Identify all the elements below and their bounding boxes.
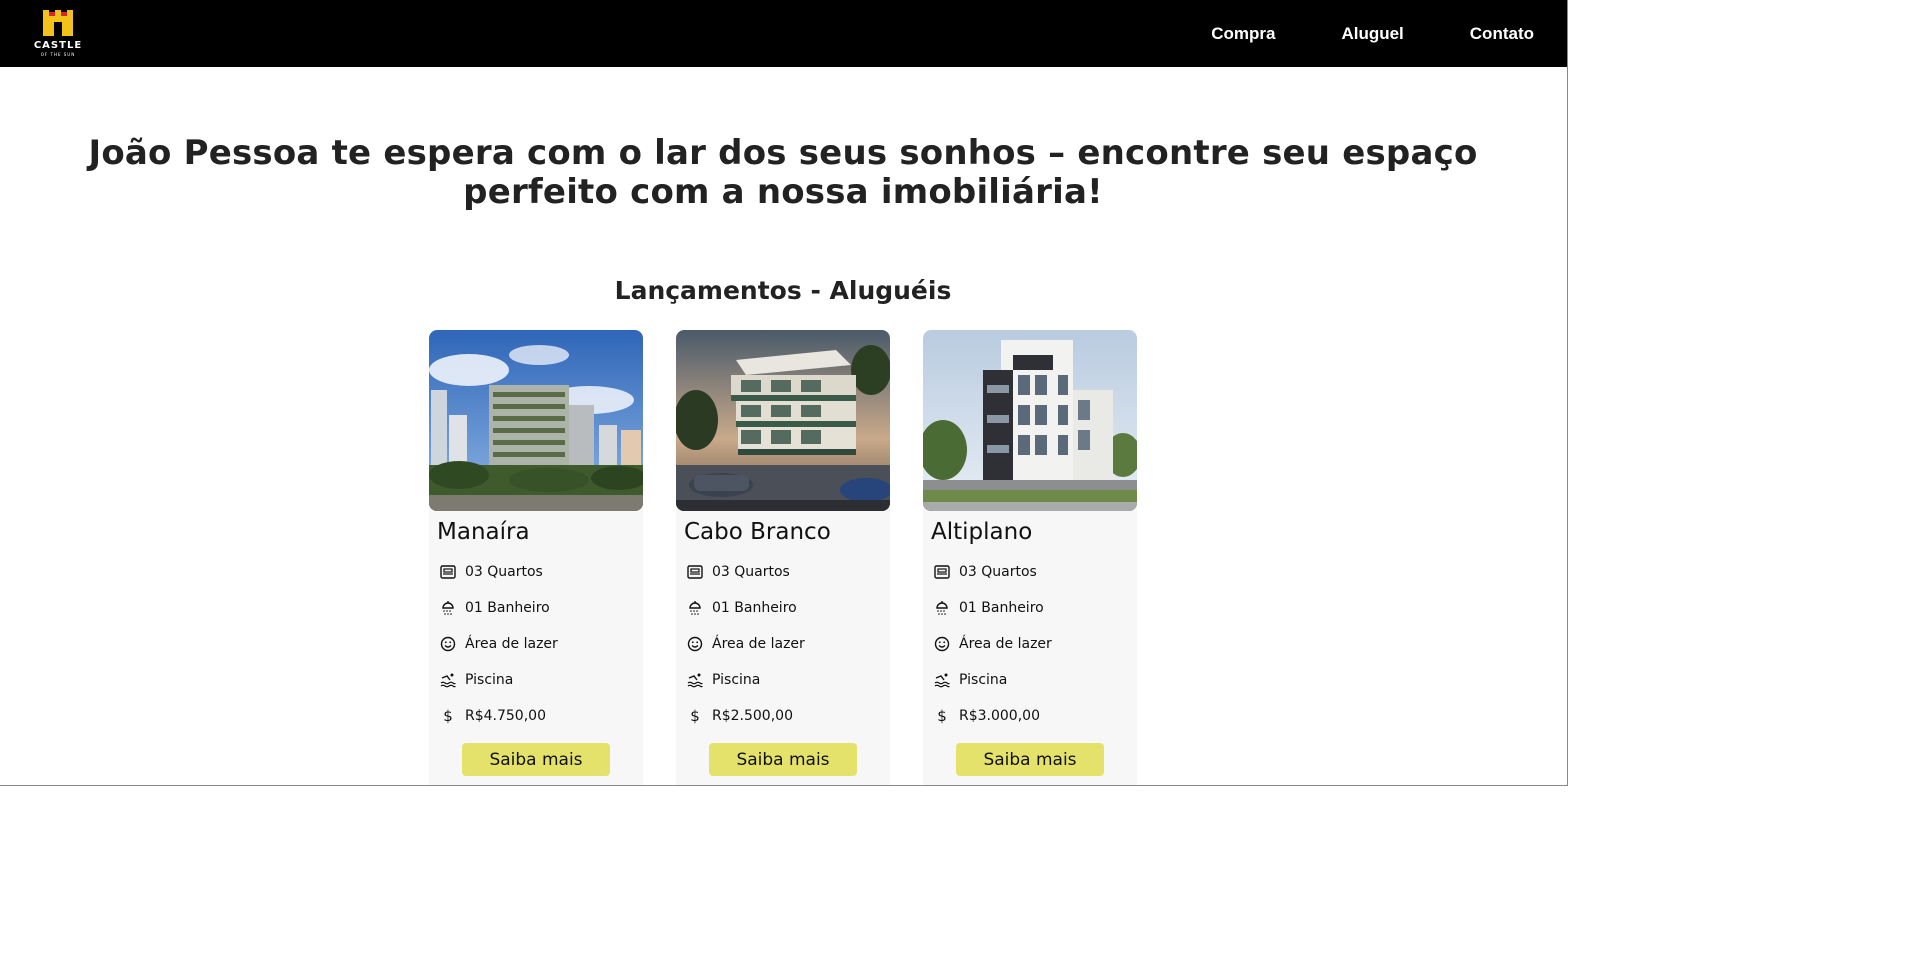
feature-pool: Piscina [686, 670, 760, 690]
saiba-mais-button[interactable]: Saiba mais [956, 743, 1104, 776]
property-title: Altiplano [931, 519, 1033, 545]
smile-icon [439, 635, 457, 653]
feature-price: $ R$3.000,00 [933, 706, 1040, 726]
feature-rooms: 03 Quartos [933, 562, 1037, 582]
bed-icon [686, 563, 704, 581]
feature-leisure-text: Área de lazer [465, 636, 558, 652]
property-image [676, 330, 890, 511]
feature-bath-text: 01 Banheiro [465, 600, 550, 616]
smile-icon [933, 635, 951, 653]
feature-leisure-text: Área de lazer [959, 636, 1052, 652]
bed-icon [439, 563, 457, 581]
feature-price: $ R$2.500,00 [686, 706, 793, 726]
section-title: Lançamentos - Aluguéis [614, 276, 952, 305]
feature-leisure: Área de lazer [439, 634, 558, 654]
svg-text:$: $ [937, 708, 947, 724]
shower-icon [439, 599, 457, 617]
logo-subtext: OF THE SUN [40, 52, 76, 57]
feature-rooms-text: 03 Quartos [465, 564, 543, 580]
page: CASTLE OF THE SUN Compra Aluguel Contato… [0, 0, 1906, 955]
background-bottom [0, 786, 1906, 955]
feature-pool: Piscina [439, 670, 513, 690]
svg-text:$: $ [443, 708, 453, 724]
dollar-icon: $ [439, 707, 457, 725]
feature-rooms-text: 03 Quartos [959, 564, 1037, 580]
feature-price-text: R$3.000,00 [959, 708, 1040, 724]
feature-bath: 01 Banheiro [439, 598, 550, 618]
logo[interactable]: CASTLE OF THE SUN [28, 8, 88, 58]
feature-pool-text: Piscina [959, 672, 1008, 688]
feature-bath: 01 Banheiro [686, 598, 797, 618]
feature-bath-text: 01 Banheiro [959, 600, 1044, 616]
dollar-icon: $ [686, 707, 704, 725]
saiba-mais-button[interactable]: Saiba mais [462, 743, 610, 776]
feature-price-text: R$4.750,00 [465, 708, 546, 724]
castle-icon [43, 10, 73, 36]
nav-links: Compra Aluguel Contato [1179, 0, 1567, 67]
property-title: Manaíra [437, 519, 530, 545]
property-image [923, 330, 1137, 511]
property-card: Altiplano 03 Quartos 01 Banheiro Área de… [923, 330, 1137, 785]
nav-link-aluguel[interactable]: Aluguel [1341, 24, 1403, 44]
feature-pool: Piscina [933, 670, 1007, 690]
feature-leisure: Área de lazer [933, 634, 1052, 654]
shower-icon [933, 599, 951, 617]
feature-rooms: 03 Quartos [439, 562, 543, 582]
navbar: CASTLE OF THE SUN Compra Aluguel Contato [0, 0, 1567, 67]
feature-pool-text: Piscina [465, 672, 514, 688]
swim-icon [686, 671, 704, 689]
feature-price: $ R$4.750,00 [439, 706, 546, 726]
swim-icon [933, 671, 951, 689]
feature-rooms-text: 03 Quartos [712, 564, 790, 580]
feature-bath: 01 Banheiro [933, 598, 1044, 618]
feature-price-text: R$2.500,00 [712, 708, 793, 724]
property-title: Cabo Branco [684, 519, 831, 545]
hero-title: João Pessoa te espera com o lar dos seus… [88, 133, 1478, 212]
feature-leisure-text: Área de lazer [712, 636, 805, 652]
property-image [429, 330, 643, 511]
feature-bath-text: 01 Banheiro [712, 600, 797, 616]
feature-pool-text: Piscina [712, 672, 761, 688]
shower-icon [686, 599, 704, 617]
svg-text:$: $ [690, 708, 700, 724]
swim-icon [439, 671, 457, 689]
bed-icon [933, 563, 951, 581]
nav-link-compra[interactable]: Compra [1211, 24, 1275, 44]
saiba-mais-button[interactable]: Saiba mais [709, 743, 857, 776]
nav-link-contato[interactable]: Contato [1470, 24, 1534, 44]
property-card: Manaíra 03 Quartos 01 Banheiro Área de l… [429, 330, 643, 785]
feature-leisure: Área de lazer [686, 634, 805, 654]
dollar-icon: $ [933, 707, 951, 725]
smile-icon [686, 635, 704, 653]
browser-viewport: CASTLE OF THE SUN Compra Aluguel Contato… [0, 0, 1568, 786]
property-card: Cabo Branco 03 Quartos 01 Banheiro Área … [676, 330, 890, 785]
logo-text: CASTLE [33, 40, 83, 51]
feature-rooms: 03 Quartos [686, 562, 790, 582]
